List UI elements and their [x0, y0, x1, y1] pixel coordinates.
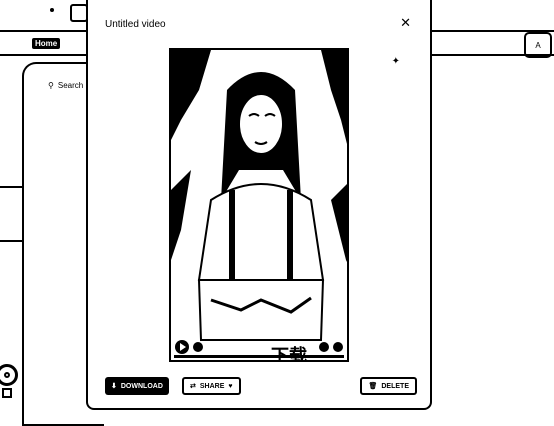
record-icon[interactable] — [0, 364, 18, 386]
close-icon: ✕ — [400, 15, 411, 30]
delete-label: DELETE — [381, 382, 409, 390]
delete-button[interactable]: 🗑 DELETE — [360, 377, 417, 395]
square-icon[interactable] — [2, 388, 12, 398]
settings-icon[interactable] — [319, 342, 329, 352]
search-label: Search — [57, 81, 84, 90]
top-bar-dot-icon — [50, 8, 54, 12]
share-label: SHARE — [199, 382, 225, 390]
modal-title: Untitled video — [105, 19, 166, 30]
search-icon: ⚲ — [48, 81, 54, 90]
sound-icon[interactable] — [193, 342, 203, 352]
download-button[interactable]: ⬇ DOWNLOAD — [105, 377, 169, 395]
close-button[interactable]: ✕ — [400, 16, 411, 29]
left-divider-2 — [0, 240, 22, 242]
account-chip[interactable]: A — [524, 32, 552, 58]
trash-icon: 🗑 — [368, 383, 378, 390]
video-player[interactable]: 下载 — [169, 48, 349, 362]
download-label: DOWNLOAD — [120, 382, 163, 390]
home-tab[interactable]: Home — [32, 38, 61, 49]
sparkle-icon: ✦ — [391, 56, 400, 67]
left-divider-1 — [0, 186, 22, 188]
modal-actions: ⬇ DOWNLOAD ⇄ SHARE ♥ 🗑 DELETE — [105, 377, 417, 395]
share-button[interactable]: ⇄ SHARE ♥ — [182, 377, 241, 395]
fullscreen-icon[interactable] — [333, 342, 343, 352]
video-frame — [171, 50, 347, 360]
share-icon: ⇄ — [190, 383, 196, 390]
download-icon: ⬇ — [111, 383, 117, 390]
progress-bar[interactable] — [174, 355, 344, 358]
heart-icon: ♥ — [228, 382, 233, 390]
video-modal: Untitled video ✕ ✦ 下载 ⬇ DOWNLOAD ⇄ SHARE… — [86, 0, 432, 410]
search-field[interactable]: ⚲ Search — [48, 81, 83, 90]
play-icon[interactable] — [175, 340, 189, 354]
